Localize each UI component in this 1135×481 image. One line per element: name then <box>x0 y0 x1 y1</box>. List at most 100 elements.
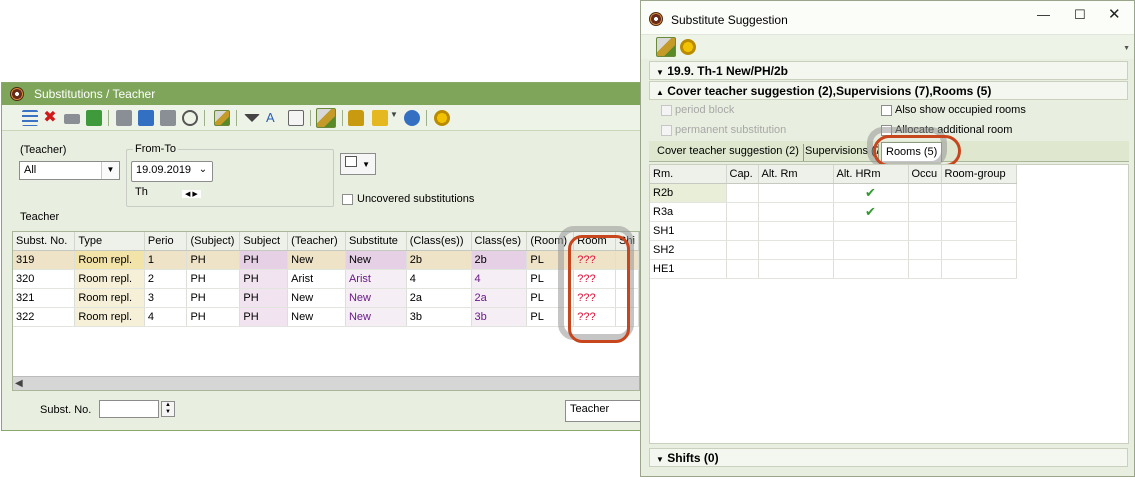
suggestion-titlebar[interactable]: Substitute Suggestion — ☐ ✕ <box>641 1 1134 35</box>
cell-subject: PH <box>239 250 289 270</box>
col-period[interactable]: Perio <box>144 232 188 251</box>
day-nav-arrows[interactable]: ◀ ▶ <box>182 190 201 198</box>
pencil-icon[interactable] <box>656 37 676 57</box>
pencil-icon[interactable] <box>316 108 336 128</box>
calendar-button[interactable]: ▼ <box>340 153 376 175</box>
view-select[interactable]: Teacher <box>565 400 645 422</box>
chevron-down-icon[interactable]: ▼ <box>1123 45 1130 52</box>
col-subject-orig[interactable]: (Subject) <box>186 232 241 251</box>
cell-class: 2a <box>471 288 528 308</box>
col-substitute[interactable]: Substitute <box>345 232 407 251</box>
cell-room[interactable]: ??? <box>573 250 617 270</box>
refresh-icon[interactable] <box>404 110 420 126</box>
table-row[interactable]: SH2 <box>650 240 1017 260</box>
cell-substitute: New <box>345 250 407 270</box>
filter-icon[interactable] <box>244 114 260 122</box>
cell-subject-orig: PH <box>186 307 241 327</box>
col-alt-rm[interactable]: Alt. Rm <box>758 165 834 184</box>
table-row[interactable]: SH1 <box>650 221 1017 241</box>
col-room-group[interactable]: Room-group <box>941 165 1017 184</box>
tab-rooms[interactable]: Rooms (5) <box>881 142 943 162</box>
tab-cover-teacher[interactable]: Cover teacher suggestion (2) <box>653 144 804 161</box>
cell-class-orig: 2b <box>406 250 472 270</box>
col-classes-orig[interactable]: (Class(es)) <box>406 232 472 251</box>
substitutions-titlebar[interactable]: Substitutions / Teacher <box>2 83 650 105</box>
occupied-rooms-checkbox[interactable] <box>881 105 892 116</box>
delete-icon[interactable]: ✖ <box>42 110 58 126</box>
col-room[interactable]: Room <box>573 232 617 251</box>
suggestions-section-header[interactable]: ▲ Cover teacher suggestion (2),Supervisi… <box>649 81 1128 100</box>
cell-period: 4 <box>144 307 188 327</box>
table-row[interactable]: R2b ✔ <box>650 183 1017 203</box>
gear-icon[interactable] <box>434 110 450 126</box>
table-row[interactable]: 320 Room repl. 2 PH PH Arist Arist 4 4 P… <box>13 269 639 289</box>
cell-occu <box>908 221 942 241</box>
options-icon[interactable] <box>372 110 388 126</box>
col-type[interactable]: Type <box>74 232 145 251</box>
subst-no-input[interactable] <box>99 400 159 418</box>
additional-room-checkbox[interactable] <box>881 125 892 136</box>
cell-rm: HE1 <box>650 259 727 279</box>
period-block-checkbox[interactable] <box>661 105 672 116</box>
cell-alt-rm <box>758 259 834 279</box>
subst-no-stepper[interactable]: ▲ ▼ <box>161 401 175 417</box>
graduation-cap-icon[interactable] <box>64 114 80 124</box>
table-row[interactable]: HE1 <box>650 259 1017 279</box>
chevron-left-icon[interactable]: ◀ <box>15 377 23 390</box>
col-alt-hrm[interactable]: Alt. HRm <box>833 165 909 184</box>
maximize-icon[interactable]: ☐ <box>1074 7 1086 23</box>
col-rm[interactable]: Rm. <box>650 165 727 184</box>
filter-area: (Teacher) All ▼ From-To 19.09.2019 ⌄ Th … <box>2 131 650 226</box>
cell-room[interactable]: ??? <box>573 307 617 327</box>
sort-icon[interactable]: A <box>266 110 282 126</box>
cell-room-group <box>941 183 1017 203</box>
cell-occu <box>908 240 942 260</box>
lesson-section-header[interactable]: ▼ 19.9. Th-1 New/PH/2b <box>649 61 1128 80</box>
cell-room-orig: PL <box>526 307 575 327</box>
cell-shift <box>615 288 639 308</box>
grid-icon[interactable] <box>288 110 304 126</box>
col-shift[interactable]: Shi <box>615 232 639 251</box>
calendar-icon <box>345 156 357 167</box>
shifts-section-header[interactable]: ▼ Shifts (0) <box>649 448 1128 467</box>
col-occu[interactable]: Occu <box>908 165 942 184</box>
cell-room[interactable]: ??? <box>573 269 617 289</box>
date-picker[interactable]: 19.09.2019 ⌄ <box>131 161 213 182</box>
col-cap[interactable]: Cap. <box>726 165 759 184</box>
minimize-icon[interactable]: — <box>1037 7 1050 22</box>
col-subject[interactable]: Subject <box>239 232 289 251</box>
cell-class: 3b <box>471 307 528 327</box>
teacher-select[interactable]: All ▼ <box>19 161 120 180</box>
cell-room-orig: PL <box>526 250 575 270</box>
horizontal-scrollbar[interactable]: ◀ <box>13 376 639 390</box>
cell-cap <box>726 259 759 279</box>
section-teacher-label: Teacher <box>20 211 60 223</box>
table-row[interactable]: 322 Room repl. 4 PH PH New New 3b 3b PL … <box>13 307 639 327</box>
export-icon[interactable] <box>86 110 102 126</box>
col-subst-no[interactable]: Subst. No. <box>13 232 76 251</box>
cell-no: 319 <box>13 250 76 270</box>
col-classes[interactable]: Class(es) <box>471 232 528 251</box>
table-row[interactable]: 319 Room repl. 1 PH PH New New 2b 2b PL … <box>13 250 639 270</box>
uncovered-checkbox[interactable] <box>342 194 353 205</box>
chevron-down-icon[interactable]: ▼ <box>101 162 119 179</box>
list-icon[interactable] <box>22 110 38 126</box>
import-icon[interactable] <box>138 110 154 126</box>
copy-icon[interactable] <box>116 110 132 126</box>
chevron-down-icon: ▼ <box>656 68 664 77</box>
gear-icon[interactable] <box>680 39 696 55</box>
chevron-down-icon[interactable]: ⌄ <box>194 162 212 179</box>
table-row[interactable]: 321 Room repl. 3 PH PH New New 2a 2a PL … <box>13 288 639 308</box>
stethoscope-icon[interactable] <box>182 110 198 126</box>
calculator-icon[interactable] <box>160 110 176 126</box>
col-teacher-orig[interactable]: (Teacher) <box>287 232 346 251</box>
col-room-orig[interactable]: (Room) <box>526 232 575 251</box>
wand-icon[interactable] <box>214 110 230 126</box>
cell-room[interactable]: ??? <box>573 288 617 308</box>
close-icon[interactable]: ✕ <box>1108 5 1121 23</box>
table-row[interactable]: R3a ✔ <box>650 202 1017 222</box>
window-title: Substitute Suggestion <box>671 13 788 27</box>
permanent-substitution-checkbox[interactable] <box>661 125 672 136</box>
lock-icon[interactable] <box>348 110 364 126</box>
tab-supervisions[interactable]: Supervisions (7) <box>801 144 879 161</box>
